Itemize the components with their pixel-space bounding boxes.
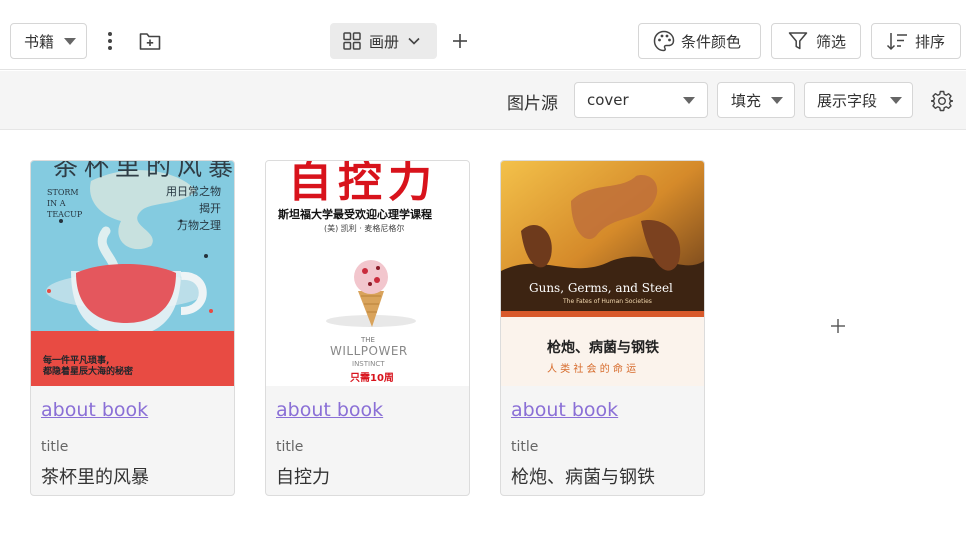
view-tab-gallery[interactable]: 画册	[330, 23, 437, 59]
sort-button[interactable]: 排序	[871, 23, 961, 59]
cover-tagline-line: 用日常之物	[166, 185, 221, 198]
cover-en-line: TEACUP	[47, 210, 83, 219]
cover-tagline: 用日常之物 揭开 万物之理	[159, 183, 221, 234]
view-tab-label: 画册	[369, 32, 400, 51]
gallery-settings-bar: 图片源 cover 填充 展示字段	[0, 71, 966, 130]
book-cover-image: 自控力 斯坦福大学最受欢迎心理学课程 (美) 凯利 · 麦格尼格尔 THE WI…	[266, 161, 469, 386]
gallery-grid-icon	[343, 32, 361, 50]
sort-label: 排序	[915, 32, 946, 51]
chevron-down-icon	[890, 96, 902, 104]
card-title-value: 自控力	[276, 467, 330, 488]
chevron-down-icon	[683, 96, 695, 104]
image-source-value: cover	[587, 91, 629, 109]
cover-en-big: WILLPOWER	[330, 344, 408, 358]
image-source-select[interactable]: cover	[574, 82, 708, 118]
gallery-card[interactable]: 茶杯里的风暴 STORM IN A TEACUP 用日常之物 揭开 万物之理 每…	[30, 160, 235, 496]
display-fields-select[interactable]: 展示字段	[804, 82, 913, 118]
cover-en-title: Guns, Germs, and Steel	[529, 281, 673, 295]
cover-en-line: STORM	[47, 188, 79, 197]
image-source-label: 图片源	[507, 94, 558, 114]
cover-tagline-line: 万物之理	[177, 219, 221, 232]
chevron-down-icon	[771, 96, 783, 104]
card-field-label: title	[511, 439, 539, 455]
cover-en-sub: The Fates of Human Societies	[563, 298, 652, 305]
about-book-link[interactable]: about book	[511, 399, 618, 421]
cover-en-small: THE	[361, 336, 375, 344]
cover-en-sub: INSTINCT	[352, 360, 385, 368]
cover-bottom-text: 每一件平凡琐事, 都隐着星辰大海的秘密	[43, 356, 133, 378]
cover-tagline-line: 揭开	[199, 202, 221, 215]
gallery-card[interactable]: 自控力 斯坦福大学最受欢迎心理学课程 (美) 凯利 · 麦格尼格尔 THE WI…	[265, 160, 470, 496]
table-select-label: 书籍	[24, 32, 55, 51]
conditional-color-button[interactable]: 条件颜色	[638, 23, 761, 59]
cover-title-text: 自控力	[288, 161, 438, 207]
cover-author: (美) 凯利 · 麦格尼格尔	[324, 224, 405, 233]
image-fit-select[interactable]: 填充	[717, 82, 795, 118]
main-toolbar: 书籍 画册 条件颜色 筛选 排序	[0, 0, 966, 70]
about-book-link[interactable]: about book	[276, 399, 383, 421]
book-cover-image: Guns, Germs, and Steel The Fates of Huma…	[501, 161, 704, 386]
about-book-link[interactable]: about book	[41, 399, 148, 421]
card-title-value: 茶杯里的风暴	[41, 467, 149, 488]
table-select[interactable]: 书籍	[10, 23, 87, 59]
cover-title-text: 茶杯里的风暴	[53, 161, 234, 181]
cover-subtitle: 斯坦福大学最受欢迎心理学课程	[278, 208, 432, 221]
chevron-down-icon	[408, 37, 420, 45]
card-field-label: title	[41, 439, 69, 455]
gallery-card[interactable]: Guns, Germs, and Steel The Fates of Huma…	[500, 160, 705, 496]
cover-en-line: IN A	[47, 199, 66, 208]
card-title-value: 枪炮、病菌与钢铁	[511, 467, 655, 488]
cover-cn-sub: 人 类 社 会 的 命 运	[547, 364, 637, 375]
book-cover-image: 茶杯里的风暴 STORM IN A TEACUP 用日常之物 揭开 万物之理 每…	[31, 161, 234, 386]
image-fit-value: 填充	[731, 91, 762, 110]
more-menu-icon[interactable]	[100, 30, 120, 52]
filter-label: 筛选	[816, 32, 847, 51]
folder-add-icon[interactable]	[138, 29, 162, 53]
sort-icon	[886, 31, 908, 51]
card-field-label: title	[276, 439, 304, 455]
cover-red-line: 只需10周	[350, 373, 394, 384]
display-fields-label: 展示字段	[817, 91, 878, 110]
add-record-icon[interactable]	[828, 316, 848, 336]
add-view-icon[interactable]	[450, 31, 470, 51]
filter-icon	[788, 31, 808, 51]
cover-en-title: STORM IN A TEACUP	[47, 187, 82, 220]
cover-cn-title: 枪炮、病菌与钢铁	[547, 340, 659, 356]
cover-bottom-line: 每一件平凡琐事,	[43, 356, 110, 366]
filter-button[interactable]: 筛选	[771, 23, 861, 59]
palette-icon	[653, 30, 675, 52]
conditional-color-label: 条件颜色	[681, 32, 742, 51]
cover-bottom-line: 都隐着星辰大海的秘密	[43, 367, 134, 377]
gear-icon[interactable]	[930, 89, 954, 113]
chevron-down-icon	[64, 37, 77, 45]
